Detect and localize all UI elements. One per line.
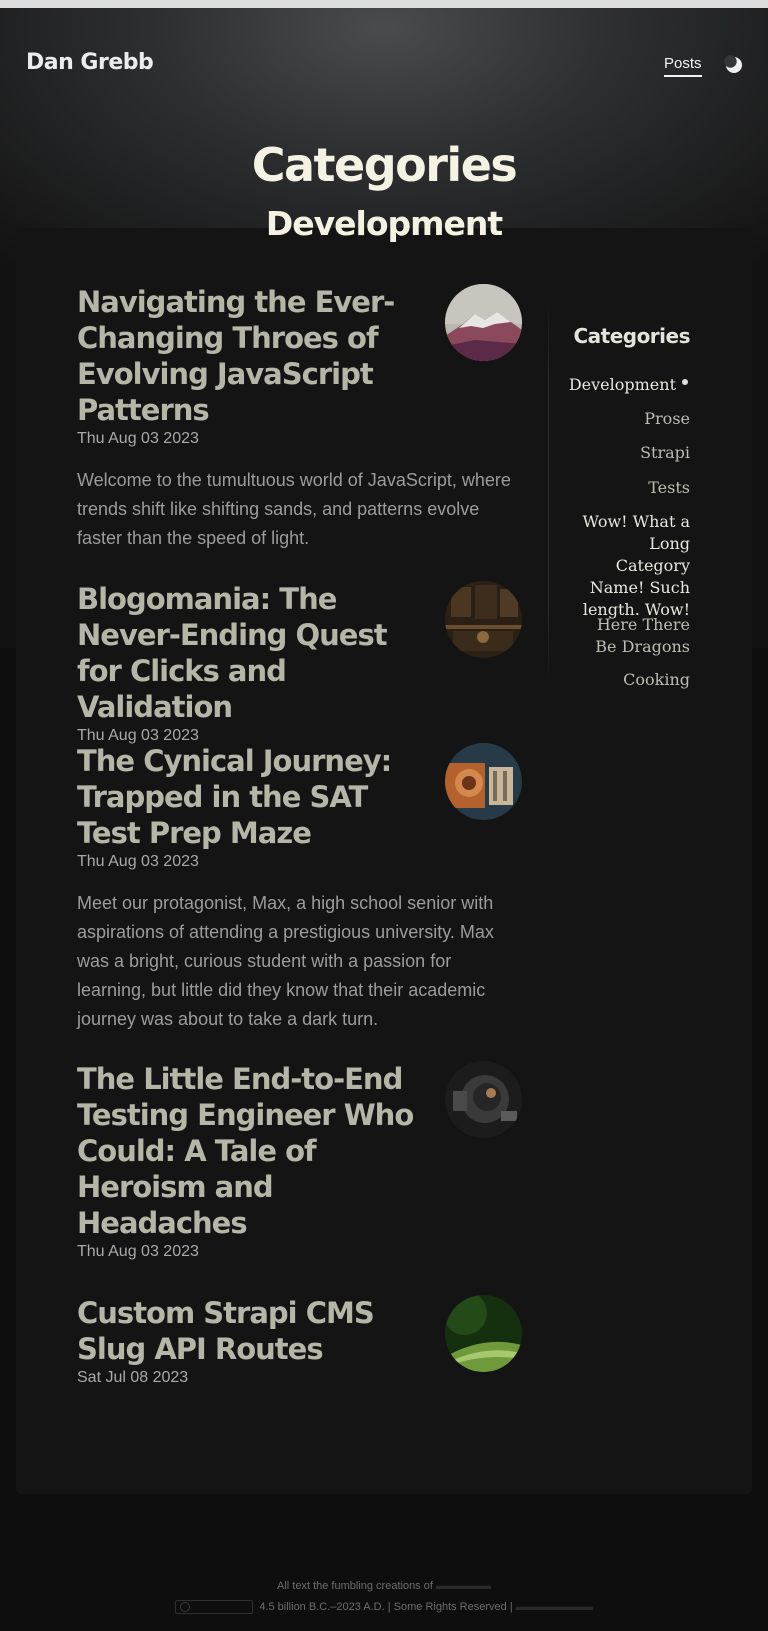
category-link-dragons[interactable]: Here There Be Dragons xyxy=(575,614,690,658)
footer-privacy-link[interactable]: ▬▬▬▬▬▬▬ xyxy=(516,1601,593,1613)
post-date: Thu Aug 03 2023 xyxy=(77,1243,199,1260)
category-link-tests[interactable]: Tests xyxy=(560,477,690,499)
post-title-link[interactable]: The Little End-to-End Testing Engineer W… xyxy=(77,1061,417,1241)
sidebar-heading: Categories xyxy=(573,324,690,348)
nav-posts-link[interactable]: Posts xyxy=(664,55,702,77)
footer-license: 4.5 billion B.C.–2023 A.D. | Some Rights… xyxy=(0,1600,768,1614)
category-link-development[interactable]: Development xyxy=(560,374,676,396)
leaf-thumbnail[interactable] xyxy=(445,1295,522,1372)
snowy-mountain-thumbnail[interactable] xyxy=(445,284,522,361)
category-link-prose[interactable]: Prose xyxy=(560,408,690,430)
robot-thumbnail[interactable] xyxy=(445,1061,522,1138)
footer-author-link[interactable]: ▬▬▬▬▬ xyxy=(436,1580,491,1592)
page-title: Categories xyxy=(251,138,518,192)
post-item: Custom Strapi CMS Slug API Routes Sat Ju… xyxy=(77,1295,523,1387)
cc-by-nc-icon[interactable] xyxy=(175,1600,254,1614)
site-name-link[interactable]: Dan Grebb xyxy=(26,50,154,75)
machinery-thumbnail[interactable] xyxy=(445,743,522,820)
post-title-link[interactable]: Navigating the Ever-Changing Throes of E… xyxy=(77,284,417,428)
footer-credit: All text the fumbling creations of ▬▬▬▬▬ xyxy=(0,1580,768,1592)
post-item: The Little End-to-End Testing Engineer W… xyxy=(77,1061,523,1261)
post-excerpt: Meet our protagonist, Max, a high school… xyxy=(77,893,494,1029)
post-date: Sat Jul 08 2023 xyxy=(77,1369,189,1386)
library-desk-thumbnail[interactable] xyxy=(445,581,522,658)
post-title-link[interactable]: Custom Strapi CMS Slug API Routes xyxy=(77,1295,417,1367)
post-item: Blogomania: The Never-Ending Quest for C… xyxy=(77,581,523,745)
browser-top-strip xyxy=(0,0,768,8)
category-subtitle: Development xyxy=(265,204,503,243)
post-item: Navigating the Ever-Changing Throes of E… xyxy=(77,284,523,553)
post-item: The Cynical Journey: Trapped in the SAT … xyxy=(77,743,523,1034)
category-link-strapi[interactable]: Strapi xyxy=(560,442,690,464)
post-title-link[interactable]: Blogomania: The Never-Ending Quest for C… xyxy=(77,581,417,725)
post-date: Thu Aug 03 2023 xyxy=(77,853,199,870)
theme-toggle-button[interactable] xyxy=(724,55,744,75)
category-link-long-name[interactable]: Wow! What a Long Category Name! Such len… xyxy=(575,511,690,621)
active-category-bullet xyxy=(682,379,688,385)
post-title-link[interactable]: The Cynical Journey: Trapped in the SAT … xyxy=(77,743,417,851)
footer-credit-text: All text the fumbling creations of xyxy=(277,1580,433,1592)
category-link-cooking[interactable]: Cooking xyxy=(560,669,690,691)
sidebar-divider xyxy=(548,300,549,685)
footer-license-text: 4.5 billion B.C.–2023 A.D. | Some Rights… xyxy=(259,1600,513,1613)
post-excerpt: Welcome to the tumultuous world of JavaS… xyxy=(77,470,511,548)
moon-icon xyxy=(724,55,744,78)
post-date: Thu Aug 03 2023 xyxy=(77,430,199,447)
